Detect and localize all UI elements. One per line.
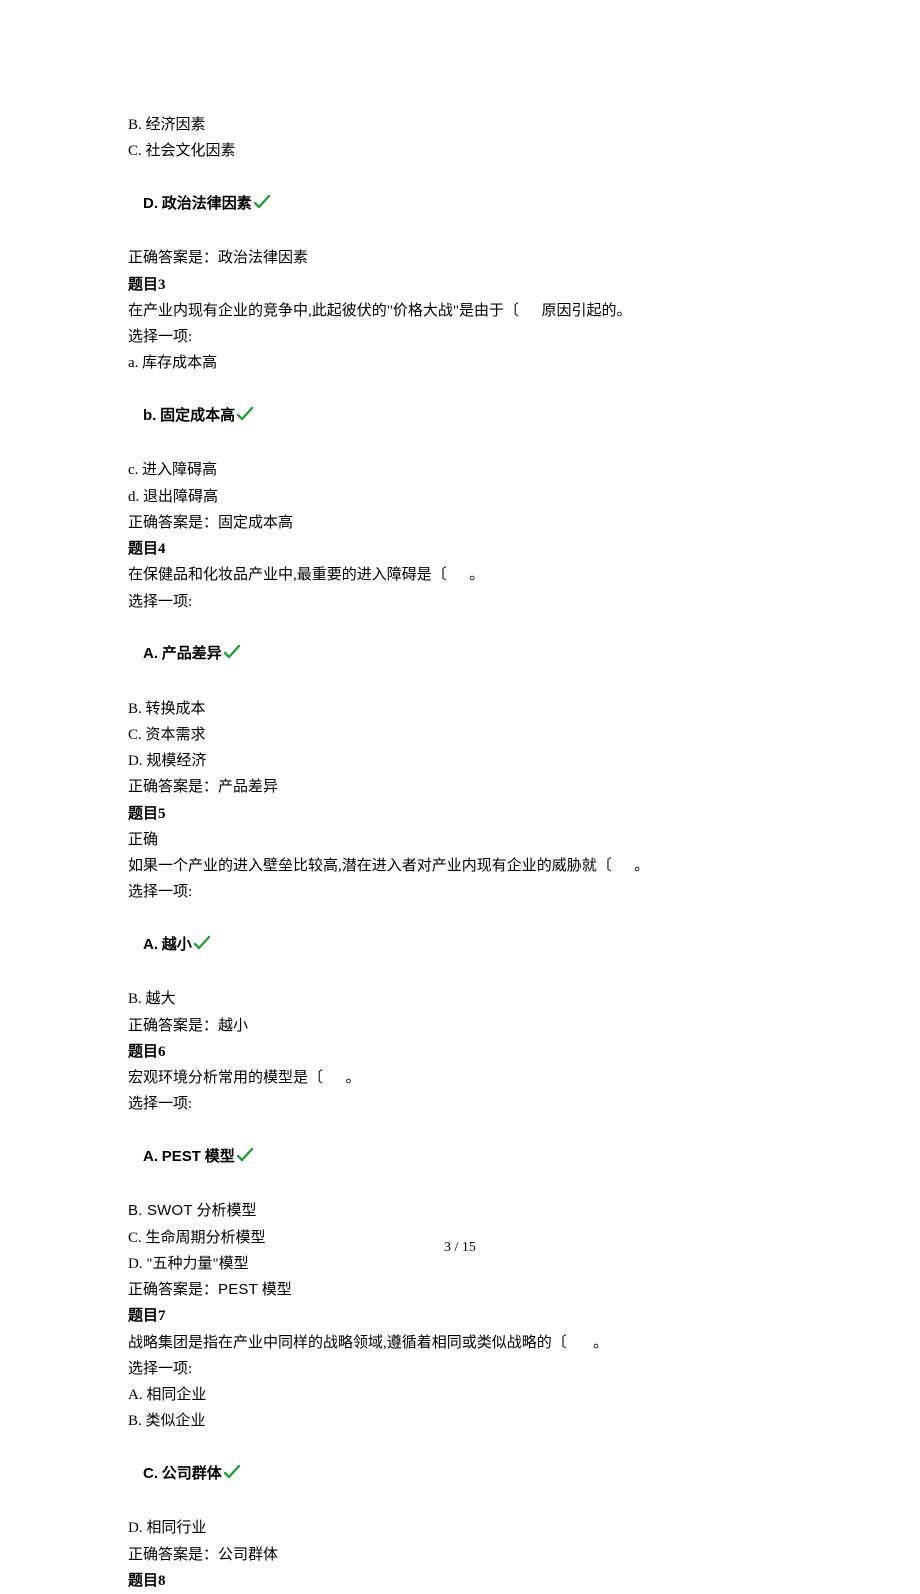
q3-title: 题目3 xyxy=(128,272,792,298)
check-icon xyxy=(237,1146,253,1172)
q3-stem: 在产业内现有企业的竞争中,此起彼伏的"价格大战"是由于〔 原因引起的。 xyxy=(128,298,792,324)
q3-choose: 选择一项: xyxy=(128,324,792,350)
q6-answer: 正确答案是：PEST 模型 xyxy=(128,1277,792,1303)
q7-stem: 战略集团是指在产业中同样的战略领域,遵循着相同或类似战略的〔 。 xyxy=(128,1330,792,1356)
q6-choose: 选择一项: xyxy=(128,1091,792,1117)
answer-mid: PEST xyxy=(218,1281,258,1298)
option-label: 产品差异 xyxy=(162,646,222,662)
check-icon xyxy=(224,1463,240,1489)
check-icon xyxy=(194,934,210,960)
q8-title: 题目8 xyxy=(128,1568,792,1594)
q7-choose: 选择一项: xyxy=(128,1356,792,1382)
q4-option-c: C. 资本需求 xyxy=(128,722,792,748)
q5-answer: 正确答案是：越小 xyxy=(128,1013,792,1039)
option-prefix: b. xyxy=(143,407,156,424)
option-prefix: A. xyxy=(143,645,158,662)
q2-option-c: C. 社会文化因素 xyxy=(128,138,792,164)
q3-answer: 正确答案是：固定成本高 xyxy=(128,510,792,536)
q4-option-b: B. 转换成本 xyxy=(128,696,792,722)
q7-option-b: B. 类似企业 xyxy=(128,1408,792,1434)
q5-correct: 正确 xyxy=(128,827,792,853)
check-icon xyxy=(224,643,240,669)
option-prefix: D. xyxy=(143,195,158,212)
q5-option-b: B. 越大 xyxy=(128,986,792,1012)
option-mid: PEST xyxy=(162,1148,201,1165)
q7-option-c: C. 公司群体 xyxy=(128,1435,792,1516)
q7-answer: 正确答案是：公司群体 xyxy=(128,1542,792,1568)
q6-title: 题目6 xyxy=(128,1039,792,1065)
option-label: 越小 xyxy=(162,937,192,953)
option-prefix: C. xyxy=(143,1465,158,1482)
q2-answer: 正确答案是：政治法律因素 xyxy=(128,245,792,271)
q6-option-b: B. SWOT 分析模型 xyxy=(128,1198,792,1224)
q2-option-d: D. 政治法律因素 xyxy=(128,165,792,246)
option-prefix: A. xyxy=(143,936,158,953)
check-icon xyxy=(254,193,270,219)
q3-option-a: a. 库存成本高 xyxy=(128,350,792,376)
q7-title: 题目7 xyxy=(128,1303,792,1329)
q4-stem: 在保健品和化妆品产业中,最重要的进入障碍是〔 。 xyxy=(128,562,792,588)
q4-answer: 正确答案是：产品差异 xyxy=(128,774,792,800)
q4-choose: 选择一项: xyxy=(128,589,792,615)
option-suffix: 分析模型 xyxy=(193,1203,257,1219)
q7-option-d: D. 相同行业 xyxy=(128,1515,792,1541)
check-icon xyxy=(237,405,253,431)
q3-option-b: b. 固定成本高 xyxy=(128,377,792,458)
q4-option-a: A. 产品差异 xyxy=(128,615,792,696)
option-label: 公司群体 xyxy=(162,1466,222,1482)
q5-title: 题目5 xyxy=(128,801,792,827)
q6-option-a: A. PEST 模型 xyxy=(128,1118,792,1199)
page-footer: 3 / 15 xyxy=(0,1236,920,1261)
option-prefix: B. xyxy=(128,1202,147,1219)
q4-title: 题目4 xyxy=(128,536,792,562)
q4-option-d: D. 规模经济 xyxy=(128,748,792,774)
answer-prefix: 正确答案是： xyxy=(128,1282,218,1298)
q5-choose: 选择一项: xyxy=(128,879,792,905)
option-label: 政治法律因素 xyxy=(162,196,252,212)
q6-stem: 宏观环境分析常用的模型是〔 。 xyxy=(128,1065,792,1091)
q5-stem: 如果一个产业的进入壁垒比较高,潜在进入者对产业内现有企业的威胁就〔 。 xyxy=(128,853,792,879)
option-suffix: 模型 xyxy=(205,1149,235,1165)
q2-option-b: B. 经济因素 xyxy=(128,112,792,138)
option-label: 固定成本高 xyxy=(160,408,235,424)
option-mid: SWOT xyxy=(147,1202,193,1219)
q3-option-c: c. 进入障碍高 xyxy=(128,457,792,483)
document-page: B. 经济因素 C. 社会文化因素 D. 政治法律因素 正确答案是：政治法律因素… xyxy=(0,0,920,1302)
q3-option-d: d. 退出障碍高 xyxy=(128,484,792,510)
option-prefix: A. xyxy=(143,1148,158,1165)
q5-option-a: A. 越小 xyxy=(128,906,792,987)
answer-suffix: 模型 xyxy=(258,1282,292,1298)
q7-option-a: A. 相同企业 xyxy=(128,1382,792,1408)
